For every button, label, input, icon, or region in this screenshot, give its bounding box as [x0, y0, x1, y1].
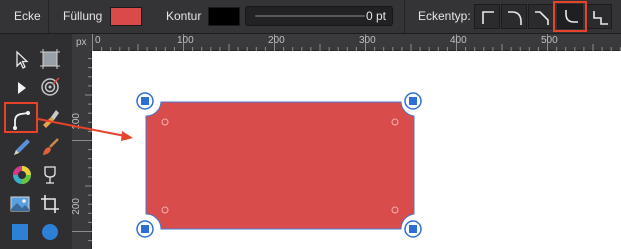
point-transform-tool-icon [41, 77, 60, 96]
fill-label: Füllung [63, 9, 103, 23]
toolbar-divider [48, 0, 49, 33]
crop-tool[interactable] [39, 193, 61, 215]
vector-brush-tool-icon [43, 138, 59, 155]
pencil-tool[interactable] [11, 136, 33, 158]
node-tool-icon [18, 82, 26, 94]
corner-rounded-icon [508, 11, 522, 25]
ruler-label-400: 400 [450, 35, 467, 46]
context-label: Ecke [14, 9, 41, 23]
stroke-width-track [255, 15, 365, 17]
document-canvas[interactable] [92, 51, 621, 249]
color-picker-tool-icon [13, 166, 31, 184]
fill-color-swatch[interactable] [110, 7, 142, 26]
corner-square-icon [482, 11, 494, 24]
move-tool-icon [16, 50, 29, 69]
color-picker-tool[interactable] [11, 164, 33, 186]
ellipse-tool[interactable] [39, 221, 61, 243]
ruler-corner: px [72, 34, 92, 51]
ruler-label-v200: 200 [71, 198, 82, 215]
context-toolbar: Ecke Füllung Kontur 0 pt Eckentyp: [0, 0, 621, 34]
selected-corner-type-highlight [553, 1, 587, 32]
ruler-label-0: 0 [95, 35, 101, 46]
place-image-tool[interactable] [9, 193, 31, 215]
stroke-width-slider[interactable]: 0 pt [245, 6, 393, 26]
vector-brush-tool[interactable] [39, 136, 61, 158]
ruler-unit-label: px [76, 37, 87, 48]
point-transform-tool[interactable] [39, 76, 61, 98]
artboard-tool-icon [40, 49, 60, 69]
pen-tool-icon [43, 110, 59, 128]
stroke-label: Kontur [166, 9, 202, 23]
ruler-label-300: 300 [359, 35, 376, 46]
stroke-width-value: 0 pt [365, 9, 386, 23]
corner-stepped-icon [593, 11, 608, 25]
pen-tool[interactable] [39, 107, 61, 129]
corner-type-label: Eckentyp: [418, 9, 471, 23]
corner-type-straight-button[interactable] [528, 4, 554, 29]
rectangle-tool-icon [12, 224, 28, 240]
ruler-label-v100: 100 [71, 113, 82, 130]
place-image-tool-icon [10, 196, 30, 212]
pencil-tool-icon [14, 139, 30, 155]
ruler-label-500: 500 [541, 35, 558, 46]
ellipse-tool-icon [42, 224, 58, 240]
fill-tool[interactable] [39, 164, 61, 186]
vertical-ruler-ticks [72, 58, 92, 242]
corner-type-rounded-button[interactable] [501, 4, 527, 29]
artboard-tool[interactable] [39, 48, 61, 70]
corner-straight-icon [535, 11, 549, 25]
vertical-ruler[interactable]: 100 200 [71, 51, 92, 249]
corner-type-square-button[interactable] [474, 4, 500, 29]
node-tool[interactable] [11, 77, 33, 99]
rectangle-tool[interactable] [9, 221, 31, 243]
ruler-label-200: 200 [268, 35, 285, 46]
crop-tool-icon [41, 195, 59, 213]
corner-type-stepped-button[interactable] [586, 4, 612, 29]
fill-tool-icon [44, 166, 56, 184]
ruler-label-100: 100 [177, 35, 194, 46]
move-tool[interactable] [11, 49, 33, 71]
horizontal-ruler[interactable]: 0 100 200 300 400 500 [92, 34, 621, 51]
selected-tool-highlight [4, 102, 38, 133]
stroke-color-swatch[interactable] [208, 7, 240, 26]
toolbar-divider [404, 0, 405, 33]
